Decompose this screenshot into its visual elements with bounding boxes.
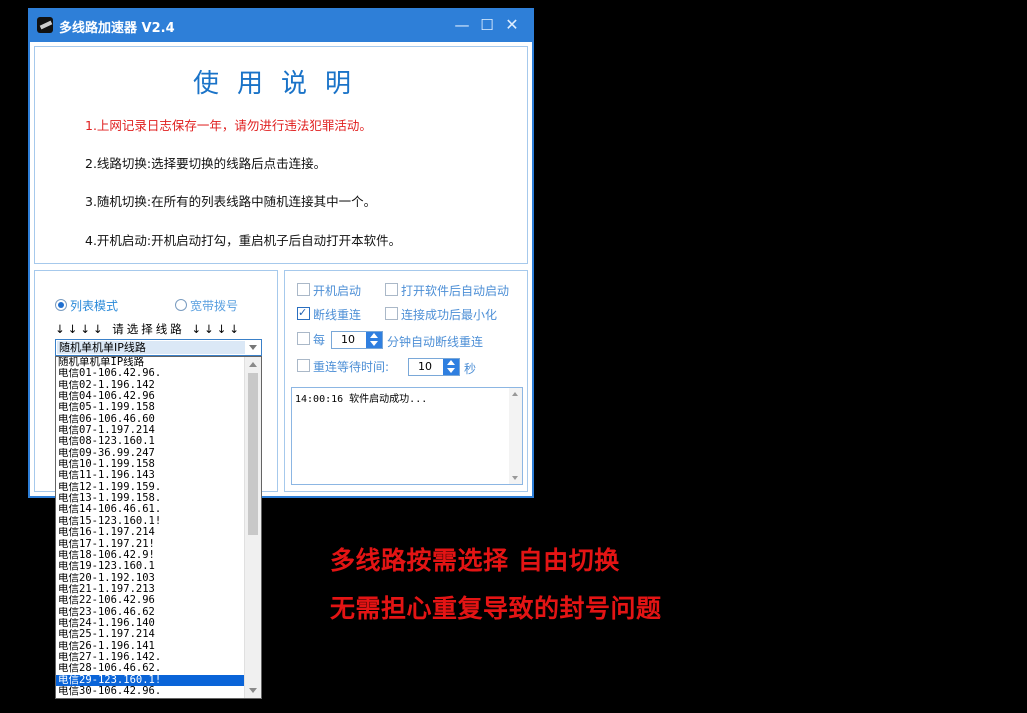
wait-time-checkbox[interactable]: 重连等待时间: — [297, 359, 389, 375]
radio-empty-icon — [175, 299, 187, 311]
auto-start-on-open-label: 打开软件后自动启动 — [401, 284, 510, 298]
route-option[interactable]: 电信21-1.197.213 — [56, 584, 246, 595]
window-title: 多线路加速器 V2.4 — [59, 21, 175, 36]
instructions-heading: 使用说明 — [192, 69, 369, 99]
route-option[interactable]: 电信04-106.42.96 — [56, 391, 246, 402]
route-option[interactable]: 电信01-106.42.96. — [56, 368, 246, 379]
scroll-thumb[interactable] — [248, 373, 258, 535]
stepper-arrows-icon[interactable] — [366, 332, 382, 348]
autostart-label: 开机启动 — [313, 284, 362, 298]
route-option[interactable]: 电信22-106.42.96 — [56, 595, 246, 606]
broadband-radio[interactable]: 宽带拨号 — [175, 297, 239, 313]
autostart-checkbox[interactable]: 开机启动 — [297, 283, 361, 299]
log-text: 14:00:16 软件启动成功... — [295, 394, 428, 405]
select-route-hint: ↓↓↓↓ 请选择线路 ↓↓↓↓ — [55, 322, 242, 336]
checkbox-checked-icon — [297, 305, 310, 321]
title-bar[interactable]: 多线路加速器 V2.4 — ☐ ✕ — [28, 8, 534, 42]
reconnect-interval-unit: 分钟自动断线重连 — [387, 335, 484, 349]
route-option[interactable]: 电信28-106.46.62. — [56, 663, 246, 674]
route-option[interactable]: 电信16-1.197.214 — [56, 527, 246, 538]
route-option[interactable]: 电信05-1.199.158 — [56, 402, 246, 413]
route-dropdown-list[interactable]: 随机单机单IP线路 电信01-106.42.96. 电信02-1.196.142 电信… — [55, 356, 262, 699]
instruction-line-1: 1.上网记录日志保存一年，请勿进行违法犯罪活动。 — [85, 118, 372, 133]
route-option[interactable]: 电信02-1.196.142 — [56, 380, 246, 391]
list-mode-radio[interactable]: 列表模式 — [55, 297, 119, 313]
route-option[interactable]: 电信24-1.196.140 — [56, 618, 246, 629]
instruction-line-4: 4.开机启动:开机启动打勾，重启机子后自动打开本软件。 — [85, 233, 402, 248]
route-option[interactable]: 电信25-1.197.214 — [56, 629, 246, 640]
auto-start-on-open-checkbox[interactable]: 打开软件后自动启动 — [385, 283, 509, 299]
instructions-panel: 使用说明 1.上网记录日志保存一年，请勿进行违法犯罪活动。 2.线路切换:选择要… — [34, 46, 528, 264]
route-option[interactable]: 电信17-1.197.21! — [56, 539, 246, 550]
route-select[interactable]: 随机单机单IP线路 — [55, 339, 262, 356]
route-option[interactable]: 电信20-1.192.103 — [56, 573, 246, 584]
promo-line-1: 多线路按需选择 自由切换 — [330, 546, 620, 575]
route-option[interactable]: 电信11-1.196.143 — [56, 470, 246, 481]
route-option[interactable]: 电信14-106.46.61. — [56, 504, 246, 515]
log-scrollbar[interactable] — [509, 388, 522, 484]
route-option[interactable]: 电信08-123.160.1 — [56, 436, 246, 447]
scroll-down-icon[interactable] — [512, 476, 518, 480]
chevron-down-icon[interactable] — [249, 345, 257, 350]
wait-time-stepper[interactable]: 10 — [408, 358, 460, 376]
route-option[interactable]: 电信06-106.46.60 — [56, 414, 246, 425]
instruction-line-2: 2.线路切换:选择要切换的线路后点击连接。 — [85, 156, 327, 171]
instruction-line-3: 3.随机切换:在所有的列表线路中随机连接其中一个。 — [85, 194, 377, 209]
scroll-down-icon[interactable] — [249, 688, 257, 693]
minimize-on-connect-checkbox[interactable]: 连接成功后最小化 — [385, 307, 497, 323]
scroll-up-icon[interactable] — [512, 392, 518, 396]
route-option[interactable]: 电信12-1.199.159. — [56, 482, 246, 493]
route-option[interactable]: 随机单机单IP线路 — [56, 357, 246, 368]
route-option[interactable]: 电信07-1.197.214 — [56, 425, 246, 436]
reconnect-interval-stepper[interactable]: 10 — [331, 331, 383, 349]
list-mode-label: 列表模式 — [70, 299, 119, 313]
maximize-button[interactable]: ☐ — [477, 15, 497, 35]
route-option[interactable]: 电信10-1.199.158 — [56, 459, 246, 470]
close-button[interactable]: ✕ — [502, 15, 522, 35]
route-option[interactable]: 电信27-1.196.142. — [56, 652, 246, 663]
wait-time-label: 重连等待时间: — [313, 360, 390, 374]
route-select-value: 随机单机单IP线路 — [57, 341, 245, 354]
route-options: 随机单机单IP线路 电信01-106.42.96. 电信02-1.196.142 电信… — [56, 357, 246, 697]
every-label: 每 — [313, 333, 326, 347]
stepper-arrows-icon[interactable] — [443, 359, 459, 375]
broadband-label: 宽带拨号 — [190, 299, 239, 313]
route-option[interactable]: 电信18-106.42.9! — [56, 550, 246, 561]
scroll-up-icon[interactable] — [249, 362, 257, 367]
checkbox-icon — [297, 283, 310, 296]
route-option[interactable]: 电信26-1.196.141 — [56, 641, 246, 652]
promo-line-2: 无需担心重复导致的封号问题 — [330, 594, 662, 623]
minimize-on-connect-label: 连接成功后最小化 — [401, 308, 498, 322]
log-textarea[interactable]: 14:00:16 软件启动成功... — [291, 387, 523, 485]
route-option[interactable]: 电信15-123.160.1! — [56, 516, 246, 527]
route-option[interactable]: 电信23-106.46.62 — [56, 607, 246, 618]
route-option[interactable]: 电信13-1.199.158. — [56, 493, 246, 504]
checkbox-icon — [297, 332, 310, 345]
checkbox-icon — [385, 307, 398, 320]
options-panel: 开机启动 打开软件后自动启动 断线重连 连接成功后最小化 每 10 分钟自动断线… — [284, 270, 528, 492]
route-option[interactable]: 电信30-106.42.96. — [56, 686, 246, 697]
minimize-button[interactable]: — — [452, 15, 472, 35]
app-logo-icon — [37, 17, 53, 33]
reconnect-label: 断线重连 — [313, 308, 362, 322]
checkbox-icon — [297, 359, 310, 372]
checkbox-icon — [385, 283, 398, 296]
route-option[interactable]: 电信09-36.99.247 — [56, 448, 246, 459]
wait-time-value: 10 — [418, 360, 432, 373]
route-option[interactable]: 电信29-123.160.1! — [56, 674, 246, 686]
reconnect-interval-value: 10 — [341, 333, 355, 346]
dropdown-scrollbar[interactable] — [244, 357, 261, 698]
reconnect-checkbox[interactable]: 断线重连 — [297, 305, 362, 323]
radio-selected-icon — [55, 299, 67, 311]
every-checkbox[interactable]: 每 — [297, 332, 325, 348]
wait-time-unit: 秒 — [464, 362, 477, 376]
route-option[interactable]: 电信19-123.160.1 — [56, 561, 246, 572]
